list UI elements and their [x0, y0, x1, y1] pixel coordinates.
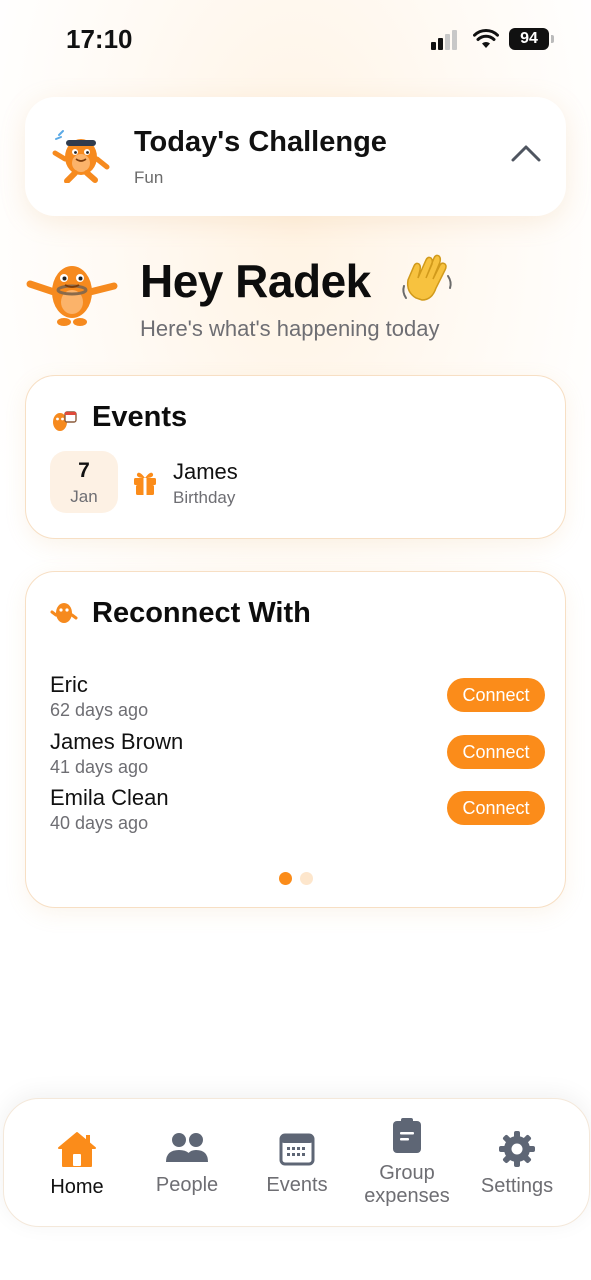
page-dot[interactable] [300, 872, 313, 885]
event-type: Birthday [173, 488, 236, 507]
gear-icon [499, 1131, 535, 1167]
tab-label: People [155, 1174, 219, 1196]
status-time: 17:10 [66, 24, 133, 54]
tab-label: Events [266, 1174, 328, 1196]
event-day: 7 [78, 459, 90, 482]
tab-people[interactable]: People [132, 1099, 242, 1228]
gift-icon [134, 472, 156, 495]
person-name: James Brown [50, 729, 184, 754]
challenge-subtitle: Fun [134, 168, 164, 187]
events-title: Events [92, 401, 188, 433]
tab-settings[interactable]: Settings [462, 1099, 572, 1228]
reconnect-row: Emila Clean 40 days ago Connect [50, 785, 545, 837]
todays-challenge-card[interactable]: Today's Challenge Fun [25, 97, 566, 216]
battery-indicator: 94 [509, 28, 554, 50]
status-bar: 17:10 94 [0, 0, 591, 80]
mascot-calendar-icon [53, 411, 77, 431]
greeting-subtitle: Here's what's happening today [140, 316, 440, 341]
person-last-contact: 40 days ago [50, 813, 149, 833]
calendar-icon [279, 1133, 315, 1166]
waving-hand-icon [400, 252, 456, 304]
person-name: Emila Clean [50, 785, 169, 810]
reconnect-title: Reconnect With [92, 597, 311, 629]
reconnect-row: Eric 62 days ago Connect [50, 672, 545, 724]
page-indicator [279, 872, 315, 886]
tab-label: Settings [480, 1175, 554, 1197]
reconnect-card: Reconnect With Eric 62 days ago Connect … [25, 571, 566, 908]
clipboard-icon [393, 1118, 421, 1153]
page-dot-active[interactable] [279, 872, 292, 885]
person-last-contact: 41 days ago [50, 757, 149, 777]
challenge-title: Today's Challenge [134, 126, 387, 158]
cellular-signal-icon [431, 28, 463, 50]
chevron-up-icon[interactable] [510, 141, 542, 165]
mascot-waving-icon [26, 266, 118, 326]
person-last-contact: 62 days ago [50, 700, 149, 720]
people-icon [166, 1133, 208, 1162]
connect-button[interactable]: Connect [447, 678, 545, 712]
reconnect-row: James Brown 41 days ago Connect [50, 729, 545, 781]
events-card: Events 7 Jan James Birthday [25, 375, 566, 539]
mascot-icon [50, 603, 78, 623]
bottom-tab-bar: Home People Events Group expenses Settin… [3, 1098, 590, 1227]
mascot-running-icon [52, 130, 110, 183]
tab-label: Home [50, 1176, 104, 1198]
home-icon [58, 1132, 96, 1167]
tab-home[interactable]: Home [22, 1099, 132, 1228]
person-name: Eric [50, 672, 88, 697]
connect-button[interactable]: Connect [447, 735, 545, 769]
connect-button[interactable]: Connect [447, 791, 545, 825]
tab-events[interactable]: Events [242, 1099, 352, 1228]
greeting-title: Hey Radek [140, 255, 371, 307]
tab-label: Group expenses [364, 1162, 450, 1207]
event-name: James [173, 459, 238, 484]
event-date-chip: 7 Jan [50, 451, 118, 513]
wifi-icon [473, 29, 499, 48]
tab-group-expenses[interactable]: Group expenses [352, 1099, 462, 1228]
event-month: Jan [70, 487, 98, 506]
